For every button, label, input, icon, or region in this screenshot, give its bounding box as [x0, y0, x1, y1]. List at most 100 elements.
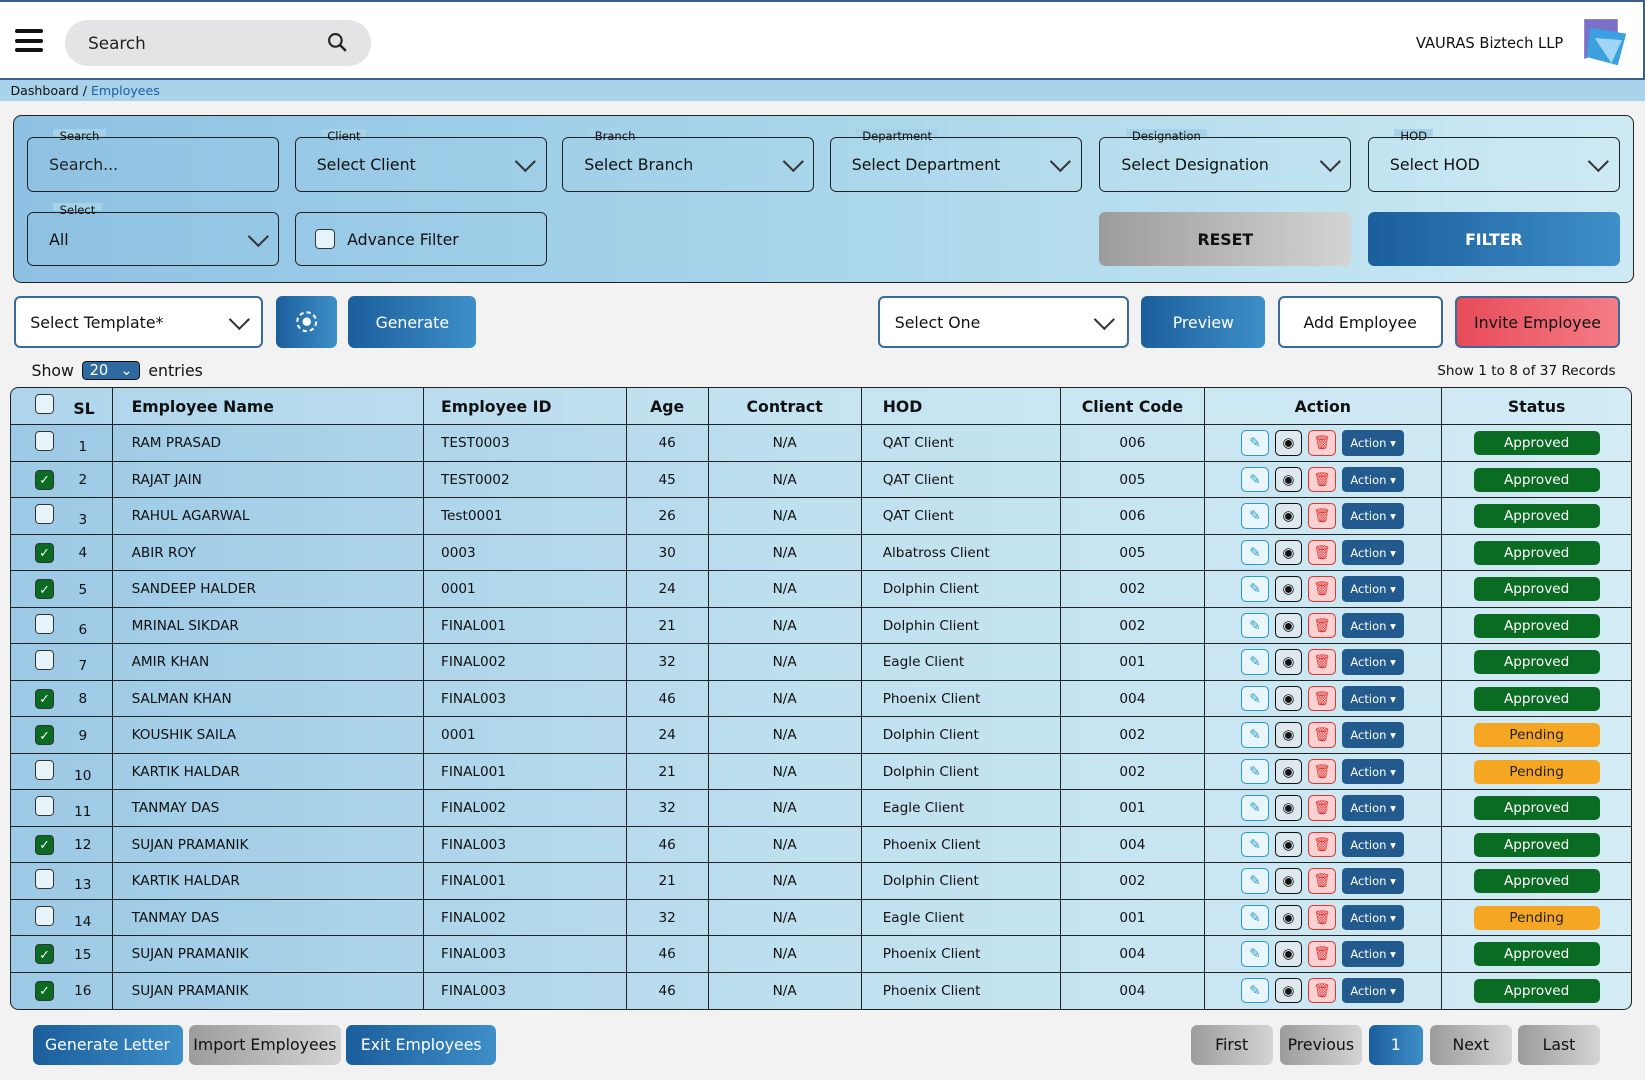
- edit-pencil-icon[interactable]: ✎: [1241, 831, 1269, 858]
- action-dropdown-button[interactable]: Action ▾: [1341, 904, 1405, 931]
- header-hod[interactable]: HOD: [860, 388, 1061, 426]
- edit-pencil-icon[interactable]: ✎: [1241, 503, 1269, 529]
- search-field[interactable]: Search Search...: [27, 128, 279, 192]
- view-eye-icon[interactable]: ◉: [1274, 466, 1303, 493]
- row-checkbox[interactable]: ✓: [34, 579, 55, 600]
- action-dropdown-button[interactable]: Action ▾: [1341, 649, 1405, 675]
- row-checkbox[interactable]: [34, 796, 55, 817]
- global-search-input[interactable]: Search: [65, 19, 372, 66]
- action-dropdown-button[interactable]: Action ▾: [1341, 978, 1405, 1004]
- view-eye-icon[interactable]: ◉: [1274, 831, 1303, 858]
- edit-pencil-icon[interactable]: ✎: [1241, 941, 1269, 967]
- hamburger-menu-icon[interactable]: [14, 29, 43, 53]
- header-employee-name[interactable]: Employee Name: [111, 388, 424, 426]
- action-dropdown-button[interactable]: Action ▾: [1341, 795, 1405, 821]
- row-checkbox[interactable]: [34, 613, 55, 634]
- action-dropdown-button[interactable]: Action ▾: [1341, 503, 1405, 529]
- advance-filter-toggle[interactable]: Advance Filter: [294, 211, 547, 267]
- delete-trash-icon[interactable]: 🗑: [1308, 503, 1336, 529]
- generate-letter-button[interactable]: Generate Letter: [32, 1024, 183, 1065]
- edit-pencil-icon[interactable]: ✎: [1241, 430, 1269, 456]
- entries-select[interactable]: 20 ⌄: [82, 360, 140, 380]
- row-checkbox[interactable]: ✓: [34, 944, 55, 965]
- action-dropdown-button[interactable]: Action ▾: [1341, 941, 1405, 967]
- import-employees-button[interactable]: Import Employees: [188, 1024, 341, 1065]
- delete-trash-icon[interactable]: 🗑: [1308, 831, 1336, 858]
- action-dropdown-button[interactable]: Action ▾: [1341, 430, 1405, 456]
- edit-pencil-icon[interactable]: ✎: [1241, 612, 1269, 639]
- delete-trash-icon[interactable]: 🗑: [1308, 612, 1336, 639]
- advance-filter-checkbox[interactable]: [314, 229, 335, 250]
- template-select[interactable]: Select Template*: [13, 295, 264, 349]
- action-dropdown-button[interactable]: Action ▾: [1341, 539, 1405, 566]
- pagination-first[interactable]: First: [1190, 1024, 1273, 1065]
- delete-trash-icon[interactable]: 🗑: [1308, 685, 1336, 712]
- row-checkbox[interactable]: [34, 650, 55, 671]
- action-dropdown-button[interactable]: Action ▾: [1341, 576, 1405, 602]
- view-eye-icon[interactable]: ◉: [1274, 978, 1303, 1004]
- header-age[interactable]: Age: [625, 388, 709, 426]
- row-checkbox[interactable]: [34, 869, 55, 890]
- action-dropdown-button[interactable]: Action ▾: [1341, 612, 1405, 639]
- settings-button[interactable]: [275, 295, 337, 349]
- department-select[interactable]: Department Select Department: [829, 128, 1082, 192]
- edit-pencil-icon[interactable]: ✎: [1241, 978, 1269, 1004]
- row-checkbox[interactable]: ✓: [34, 469, 55, 490]
- edit-pencil-icon[interactable]: ✎: [1241, 576, 1269, 602]
- select-one-dropdown[interactable]: Select One: [878, 295, 1129, 349]
- select-all-checkbox[interactable]: [34, 394, 55, 415]
- view-eye-icon[interactable]: ◉: [1274, 539, 1303, 566]
- edit-pencil-icon[interactable]: ✎: [1241, 685, 1269, 712]
- edit-pencil-icon[interactable]: ✎: [1241, 868, 1269, 894]
- breadcrumb-dashboard[interactable]: Dashboard: [10, 83, 78, 98]
- add-employee-button[interactable]: Add Employee: [1277, 295, 1443, 349]
- edit-pencil-icon[interactable]: ✎: [1241, 795, 1269, 821]
- view-eye-icon[interactable]: ◉: [1274, 503, 1303, 529]
- delete-trash-icon[interactable]: 🗑: [1308, 539, 1336, 566]
- row-checkbox[interactable]: [34, 759, 55, 780]
- preview-button[interactable]: Preview: [1141, 295, 1266, 349]
- view-eye-icon[interactable]: ◉: [1274, 758, 1303, 785]
- header-employee-id[interactable]: Employee ID: [423, 388, 627, 426]
- row-checkbox[interactable]: ✓: [34, 980, 55, 1001]
- generate-button[interactable]: Generate: [348, 295, 477, 349]
- client-select[interactable]: Client Select Client: [294, 128, 547, 192]
- view-eye-icon[interactable]: ◉: [1274, 649, 1303, 675]
- row-checkbox[interactable]: ✓: [34, 688, 55, 709]
- exit-employees-button[interactable]: Exit Employees: [346, 1024, 497, 1065]
- action-dropdown-button[interactable]: Action ▾: [1341, 868, 1405, 894]
- view-eye-icon[interactable]: ◉: [1274, 795, 1303, 821]
- view-eye-icon[interactable]: ◉: [1274, 722, 1303, 748]
- delete-trash-icon[interactable]: 🗑: [1308, 941, 1336, 967]
- view-eye-icon[interactable]: ◉: [1274, 430, 1303, 456]
- view-eye-icon[interactable]: ◉: [1274, 941, 1303, 967]
- action-dropdown-button[interactable]: Action ▾: [1341, 685, 1405, 712]
- delete-trash-icon[interactable]: 🗑: [1308, 466, 1336, 493]
- edit-pencil-icon[interactable]: ✎: [1241, 758, 1269, 785]
- delete-trash-icon[interactable]: 🗑: [1308, 795, 1336, 821]
- branch-select[interactable]: Branch Select Branch: [562, 128, 815, 192]
- row-checkbox[interactable]: ✓: [34, 834, 55, 855]
- pagination-previous[interactable]: Previous: [1279, 1024, 1362, 1065]
- header-status[interactable]: Status: [1440, 388, 1632, 426]
- delete-trash-icon[interactable]: 🗑: [1308, 978, 1336, 1004]
- edit-pencil-icon[interactable]: ✎: [1241, 649, 1269, 675]
- edit-pencil-icon[interactable]: ✎: [1241, 539, 1269, 566]
- row-checkbox[interactable]: [34, 504, 55, 525]
- row-checkbox[interactable]: ✓: [34, 542, 55, 563]
- edit-pencil-icon[interactable]: ✎: [1241, 904, 1269, 931]
- filter-button[interactable]: FILTER: [1367, 211, 1620, 267]
- delete-trash-icon[interactable]: 🗑: [1308, 722, 1336, 748]
- delete-trash-icon[interactable]: 🗑: [1308, 649, 1336, 675]
- action-dropdown-button[interactable]: Action ▾: [1341, 758, 1405, 785]
- pagination-next[interactable]: Next: [1429, 1024, 1512, 1065]
- hod-select[interactable]: HOD Select HOD: [1367, 128, 1620, 192]
- designation-select[interactable]: Designation Select Designation: [1099, 128, 1352, 192]
- invite-employee-button[interactable]: Invite Employee: [1455, 295, 1620, 349]
- pagination-last[interactable]: Last: [1518, 1024, 1600, 1065]
- pagination-page-1[interactable]: 1: [1369, 1024, 1423, 1065]
- reset-button[interactable]: RESET: [1099, 211, 1352, 267]
- view-eye-icon[interactable]: ◉: [1274, 576, 1303, 602]
- edit-pencil-icon[interactable]: ✎: [1241, 466, 1269, 493]
- delete-trash-icon[interactable]: 🗑: [1308, 576, 1336, 602]
